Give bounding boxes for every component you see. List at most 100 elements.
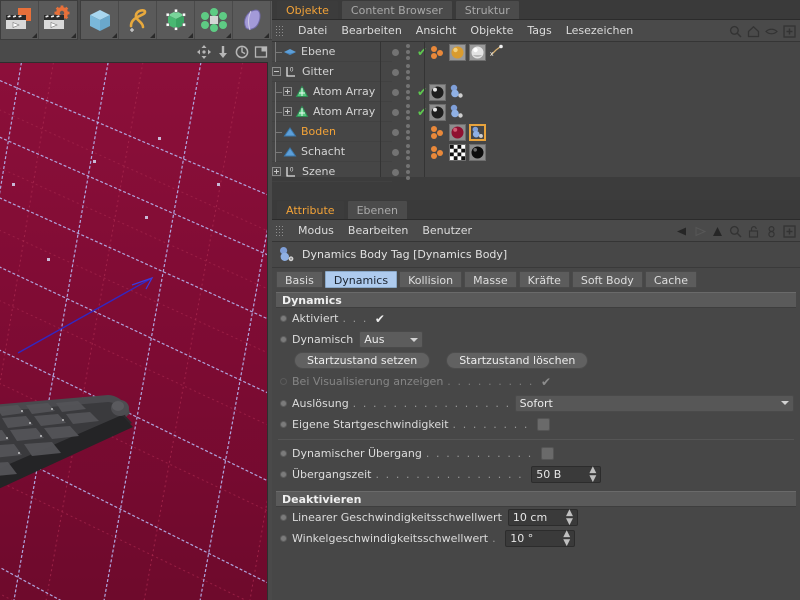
tab-attribute[interactable]: Attribute [276, 200, 345, 219]
menu-modus[interactable]: Modus [291, 220, 341, 242]
tab-basis[interactable]: Basis [276, 270, 323, 288]
list-item[interactable]: 0 Szene [272, 162, 392, 182]
maximize-view-icon[interactable] [254, 45, 268, 59]
animate-dot[interactable] [280, 378, 287, 385]
eye-icon[interactable] [765, 25, 778, 38]
panel-grip[interactable] [275, 224, 285, 237]
menu-ansicht[interactable]: Ansicht [409, 20, 464, 42]
checker-material-tag-icon[interactable] [449, 143, 466, 161]
tab-ebenen[interactable]: Ebenen [346, 200, 408, 219]
ausloesung-dropdown[interactable]: Sofort [514, 394, 794, 412]
object-manager-tree[interactable]: Ebene 0 Gitter Atom Array Atom Array Bod… [272, 41, 800, 182]
menu-benutzer[interactable]: Benutzer [415, 220, 479, 242]
menu-bearbeiten[interactable]: Bearbeiten [341, 220, 415, 242]
property-ausloesung[interactable]: Auslösung . . . . . . . . . . . . . . . … [272, 392, 800, 414]
move-view-icon[interactable] [197, 45, 211, 59]
menu-datei[interactable]: Datei [291, 20, 334, 42]
orange-dots-tag-icon[interactable] [429, 44, 446, 61]
dynamisch-dropdown[interactable]: Aus [359, 331, 424, 348]
list-item[interactable]: Ebene [272, 41, 392, 62]
xpresso-tag-icon[interactable]: x [489, 44, 506, 61]
visibility-dot[interactable] [392, 68, 399, 76]
property-dynamisch[interactable]: Dynamisch Aus [272, 329, 800, 350]
animate-dot[interactable] [280, 471, 287, 478]
visualisierung-checkbox[interactable]: ✔ [541, 375, 551, 389]
aktiviert-checkbox[interactable]: ✔ [375, 312, 385, 326]
back-arrow-icon[interactable] [675, 225, 688, 238]
home-icon[interactable] [747, 25, 760, 38]
animate-dot[interactable] [280, 514, 287, 521]
winkel-schwellwert-field[interactable]: 10 ° ▲ ▼ [505, 529, 576, 548]
layer-dots[interactable] [406, 104, 410, 120]
spline-icon[interactable] [119, 1, 157, 39]
nurbs-icon[interactable] [157, 1, 195, 39]
uebergangszeit-field[interactable]: 50 B ▲ ▼ [531, 465, 602, 484]
stepper-icon[interactable]: ▲ ▼ [563, 529, 570, 548]
property-aktiviert[interactable]: Aktiviert . . . ✔ [272, 308, 800, 329]
deformer-icon[interactable] [233, 1, 271, 39]
dynamics-body-tag-icon[interactable] [449, 84, 466, 101]
visibility-dot[interactable] [392, 108, 399, 116]
tab-content-browser[interactable]: Content Browser [340, 0, 453, 19]
dark-material-tag-icon[interactable] [429, 103, 446, 121]
orange-dots-tag-icon[interactable] [429, 124, 446, 141]
dynamics-body-tag-icon-selected[interactable] [469, 123, 486, 141]
animate-dot[interactable] [280, 336, 287, 343]
list-item[interactable]: Atom Array [272, 101, 392, 122]
stepper-icon[interactable]: ▲ ▼ [589, 465, 596, 484]
up-arrow-icon[interactable] [711, 225, 724, 238]
dynamischer-uebergang-checkbox[interactable] [540, 447, 554, 460]
render-settings-icon[interactable] [39, 1, 77, 39]
property-dynamischer-uebergang[interactable]: Dynamischer Übergang . . . . . . . . . .… [272, 443, 800, 464]
link-icon[interactable] [765, 225, 778, 238]
forward-arrow-icon[interactable] [693, 225, 707, 238]
layer-dots[interactable] [406, 84, 410, 100]
visibility-dot[interactable] [392, 48, 399, 56]
array-icon[interactable] [195, 1, 233, 39]
property-eigene-startgeschwindigkeit[interactable]: Eigene Startgeschwindigkeit . . . . . . … [272, 414, 800, 435]
tab-struktur[interactable]: Struktur [454, 0, 520, 19]
set-initial-state-button[interactable]: Startzustand setzen [294, 352, 431, 369]
expand-toggle[interactable] [283, 87, 292, 96]
animate-dot[interactable] [280, 421, 287, 428]
tab-objekte[interactable]: Objekte [276, 0, 339, 19]
tab-dynamics[interactable]: Dynamics [324, 270, 398, 288]
visibility-dot[interactable] [392, 148, 399, 156]
expand-toggle[interactable] [272, 167, 281, 176]
dark-material-tag-icon[interactable] [429, 83, 446, 101]
list-item[interactable]: Schacht [272, 141, 392, 162]
layer-dots[interactable] [406, 64, 410, 80]
plus-box-icon[interactable] [783, 224, 796, 238]
animate-dot[interactable] [280, 450, 287, 457]
cube-primitive-icon[interactable] [81, 1, 119, 39]
render-view-icon[interactable] [1, 1, 39, 39]
property-linearer-geschwindigkeitsschwellwert[interactable]: Linearer Geschwindigkeitsschwellwert 10 … [272, 507, 800, 528]
stepper-icon[interactable]: ▲ ▼ [566, 508, 573, 527]
tab-kollision[interactable]: Kollision [399, 270, 463, 288]
menu-tags[interactable]: Tags [520, 20, 558, 42]
lock-icon[interactable] [747, 225, 760, 238]
property-uebergangszeit[interactable]: Übergangszeit . . . . . . . . . . . . . … [272, 464, 800, 485]
animate-dot[interactable] [280, 399, 287, 407]
tab-masse[interactable]: Masse [464, 270, 517, 288]
tab-cache[interactable]: Cache [644, 270, 698, 288]
menu-objekte[interactable]: Objekte [463, 20, 520, 42]
visibility-dot[interactable] [392, 128, 399, 136]
visibility-dot[interactable] [392, 88, 399, 96]
collapse-toggle[interactable] [272, 67, 281, 76]
tab-soft-body[interactable]: Soft Body [571, 270, 643, 288]
layer-dots[interactable] [406, 124, 410, 140]
animate-dot[interactable] [280, 315, 287, 322]
clear-initial-state-button[interactable]: Startzustand löschen [446, 352, 589, 369]
menu-bearbeiten[interactable]: Bearbeiten [334, 20, 408, 42]
layer-dots[interactable] [406, 144, 410, 160]
red-material-tag-icon[interactable] [449, 123, 466, 141]
panel-grip[interactable] [275, 24, 285, 37]
viewport-perspective[interactable] [0, 62, 268, 600]
list-item[interactable]: 0 Gitter [272, 62, 392, 82]
visibility-dot[interactable] [392, 168, 399, 176]
scale-view-icon[interactable] [216, 45, 230, 59]
eigene-startgeschwindigkeit-checkbox[interactable] [536, 418, 550, 431]
black-material-tag-icon[interactable] [469, 143, 486, 161]
dynamics-body-tag-icon[interactable] [449, 104, 466, 121]
